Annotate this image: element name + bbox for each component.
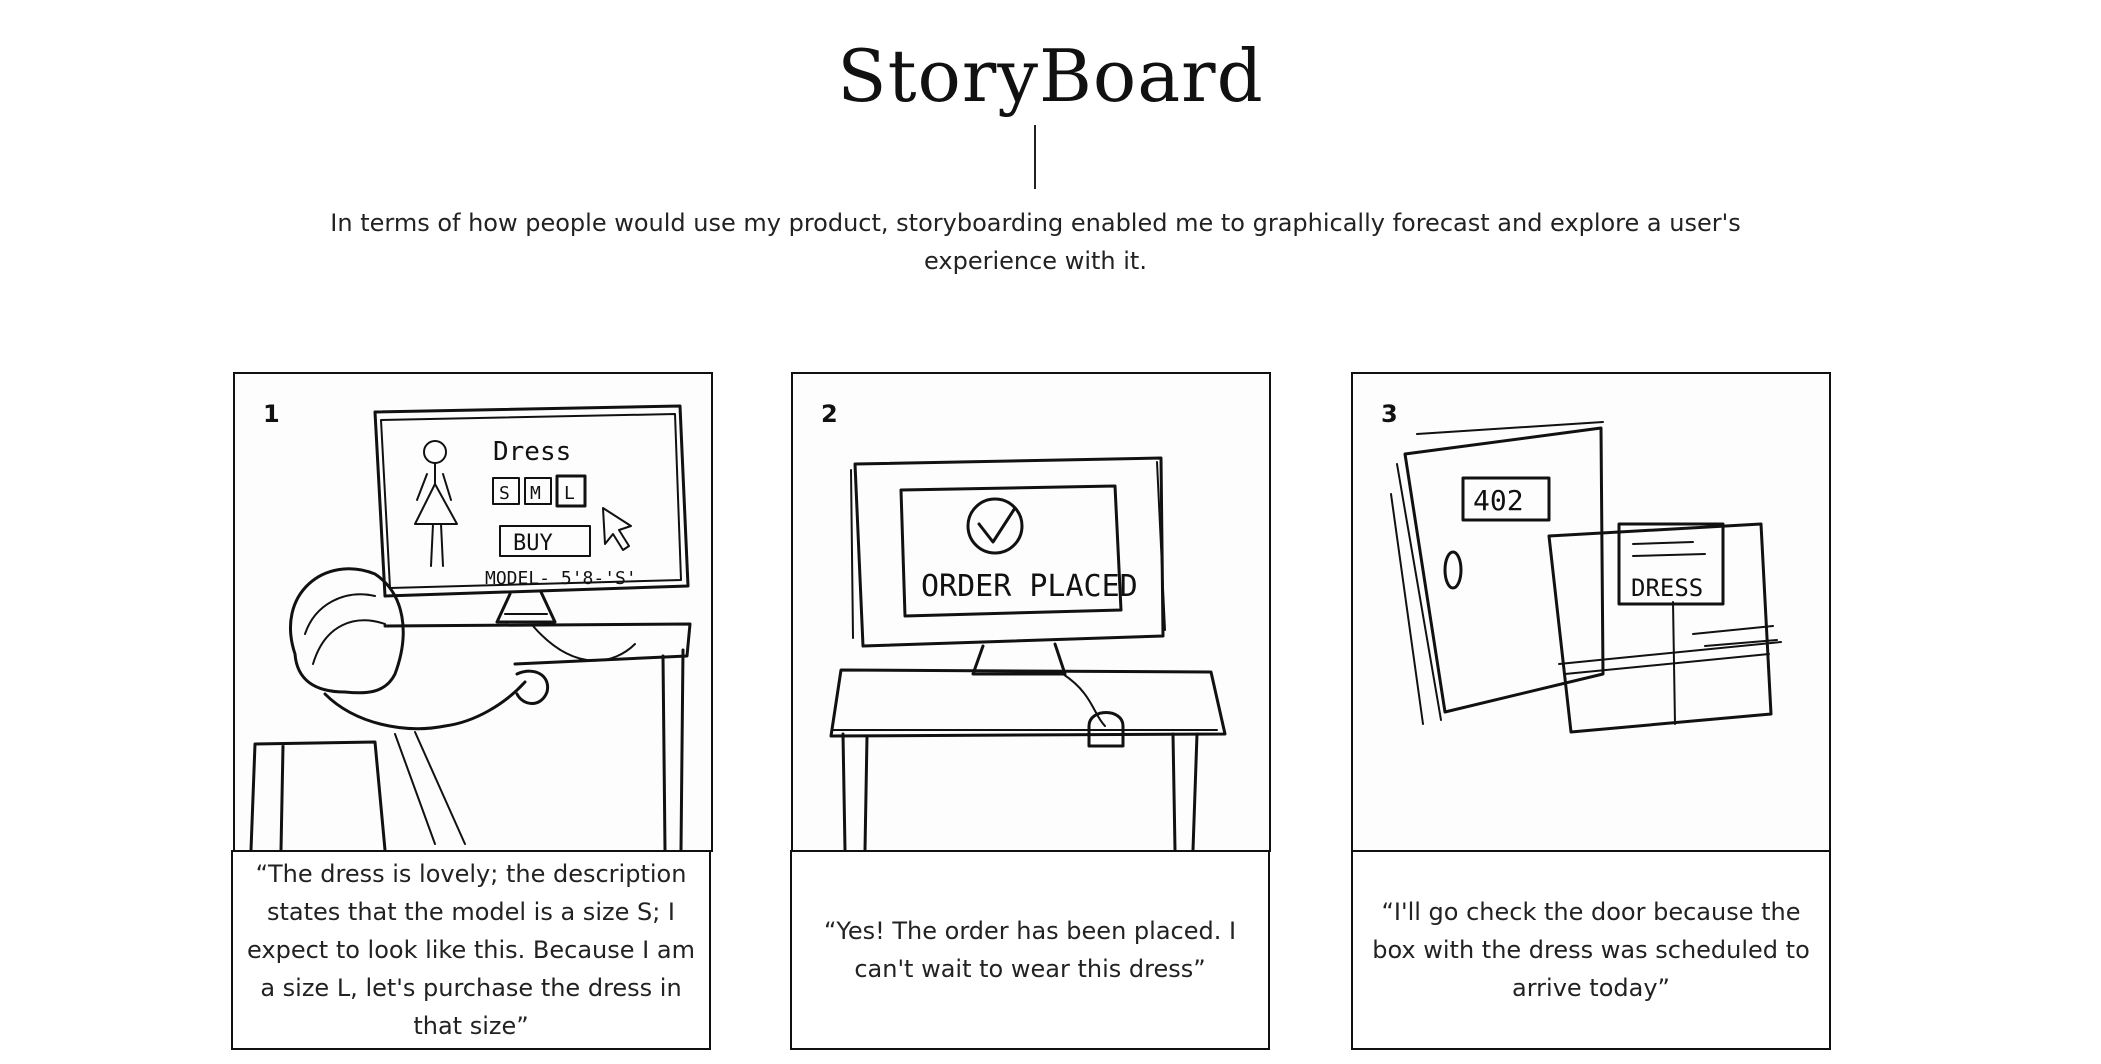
caption-text: “The dress is lovely; the description st… [247,860,695,1040]
storyboard-caption-3: “I'll go check the door because the box … [1351,850,1831,1050]
sketch-delivery-door: 402 DRESS [1390,421,1782,734]
sketch-model-label: MODEL- 5'8-'S' [485,568,637,589]
storyboard-panel-3: 3 402 DRESS [1351,372,1831,852]
sketch-buy-label: BUY [513,531,553,556]
title-divider [1034,125,1036,189]
panel-number: 3 [1381,400,1398,428]
intro-text: In terms of how people would use my prod… [330,209,1741,275]
sketch-size-s: S [499,483,510,504]
sketch-dress-label: Dress [493,437,571,467]
sketch-size-m: M [530,483,541,504]
sketch-order-label: ORDER PLACED [921,569,1138,604]
panel-number: 1 [263,400,280,428]
page-title: StoryBoard [837,34,1264,118]
sketch-box-label: DRESS [1631,574,1703,602]
storyboard-panel-2: 2 ORDER PLACED [791,372,1271,852]
sketch-order-placed: ORDER PLACED [829,456,1227,850]
sketch-online-shopping: Dress S M L BUY MODEL- 5'8-'S' [249,404,692,850]
storyboard-caption-1: “The dress is lovely; the description st… [231,850,711,1050]
sketch-door-number: 402 [1473,484,1524,517]
storyboard-caption-2: “Yes! The order has been placed. I can't… [790,850,1270,1050]
caption-text: “I'll go check the door because the box … [1372,898,1810,1002]
caption-text: “Yes! The order has been placed. I can't… [823,917,1237,983]
storyboard-panel-1: 1 Dress S M L BUY MODEL- 5'8-'S' [233,372,713,852]
sketch-size-l: L [564,483,575,504]
panel-number: 2 [821,400,838,428]
